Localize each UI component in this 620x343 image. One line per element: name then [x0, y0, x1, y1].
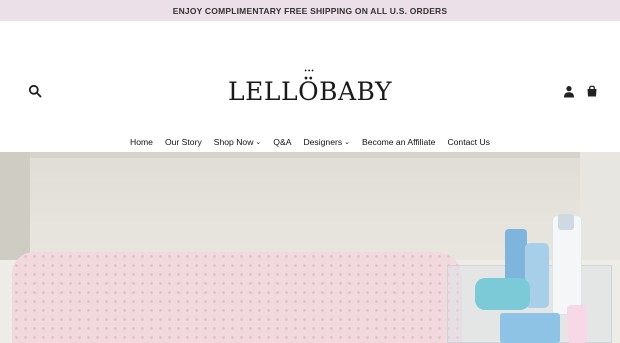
announcement-text: ENJOY COMPLIMENTARY FREE SHIPPING ON ALL… [172, 5, 448, 16]
account-icon[interactable] [563, 85, 575, 98]
logo-text-start: LELL [228, 77, 299, 106]
nav-shop-now-label: Shop Now [213, 137, 254, 147]
nav-home[interactable]: Home [130, 137, 153, 147]
chevron-down-icon: ⌄ [255, 139, 262, 146]
hero-shelf [30, 152, 580, 158]
site-header: LELLÖBABY Home Our Story Shop Now⌄ Q&A D… [0, 21, 620, 147]
nav-designers[interactable]: Designers ⌄ [303, 137, 350, 147]
blue-bottle-image [505, 229, 527, 284]
pink-bottle-image [567, 305, 587, 343]
nav-shop-now[interactable]: Shop Now ⌄ [214, 137, 262, 147]
nav-our-story[interactable]: Our Story [165, 137, 202, 147]
lotion-bottle-image [552, 215, 582, 315]
nav-contact-us-label: Contact Us [447, 137, 490, 147]
wipes-pack-image [500, 313, 560, 343]
nav-qa-label: Q&A [273, 137, 292, 147]
site-logo[interactable]: LELLÖBABY [0, 68, 620, 106]
nav-qa[interactable]: Q&A [273, 137, 291, 147]
logo-text-end: BABY [319, 77, 392, 106]
nav-become-affiliate-label: Become an Affiliate [362, 137, 436, 147]
logo-text-mid: Ö [298, 68, 319, 106]
wipes-tub-image [475, 278, 530, 310]
main-nav: Home Our Story Shop Now ⌄ Q&A Designers ⌄ … [0, 137, 620, 147]
nav-home-label: Home [130, 137, 153, 147]
pump-cap-image [558, 214, 574, 230]
cart-icon[interactable] [585, 84, 599, 98]
chevron-down-icon: ⌄ [344, 139, 351, 146]
announcement-bar: ENJOY COMPLIMENTARY FREE SHIPPING ON ALL… [0, 0, 620, 21]
changing-pad-image [12, 252, 462, 343]
nav-our-story-label: Our Story [164, 137, 202, 147]
nav-become-affiliate[interactable]: Become an Affiliate [362, 137, 435, 147]
nav-designers-label: Designers [303, 137, 343, 147]
nav-contact-us[interactable]: Contact Us [447, 137, 490, 147]
